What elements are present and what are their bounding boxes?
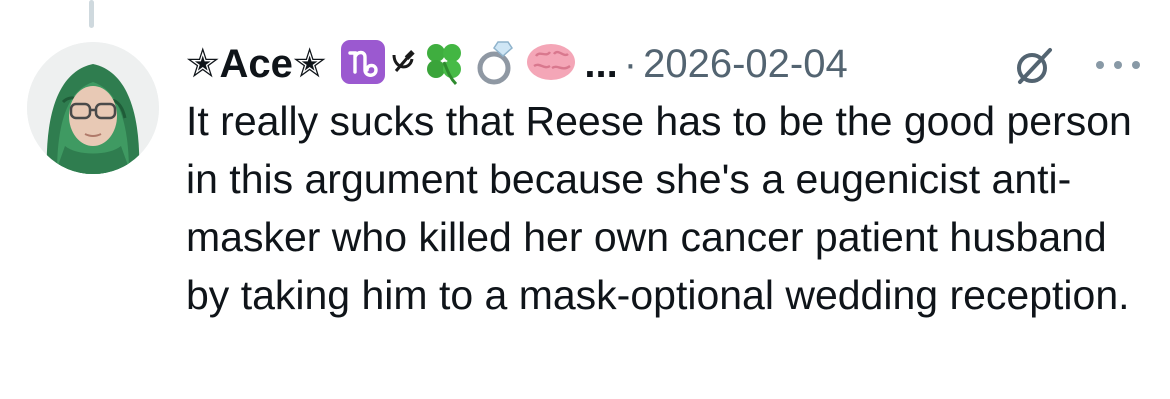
hammer-sickle-emoji — [390, 47, 416, 82]
tweet-header: ✭Ace✭ ... · 2026-02-04 — [186, 36, 848, 92]
name-emoji-row — [340, 36, 582, 92]
separator-dot: · — [623, 42, 638, 86]
more-options-icon[interactable] — [1090, 50, 1146, 80]
capricorn-emoji — [340, 39, 386, 90]
avatar[interactable] — [27, 42, 159, 174]
four-leaf-clover-emoji — [420, 38, 468, 91]
grok-icon[interactable] — [1012, 44, 1056, 88]
tweet-text: It really sucks that Reese has to be the… — [186, 98, 1132, 318]
ring-emoji — [472, 38, 520, 91]
brain-emoji — [524, 38, 578, 91]
name-truncation: ... — [584, 42, 618, 86]
avatar-image — [27, 42, 159, 174]
thread-connector-line — [89, 0, 94, 28]
author-display-name[interactable]: ✭Ace✭ — [186, 36, 326, 92]
tweet-timestamp[interactable]: 2026-02-04 — [643, 36, 848, 92]
